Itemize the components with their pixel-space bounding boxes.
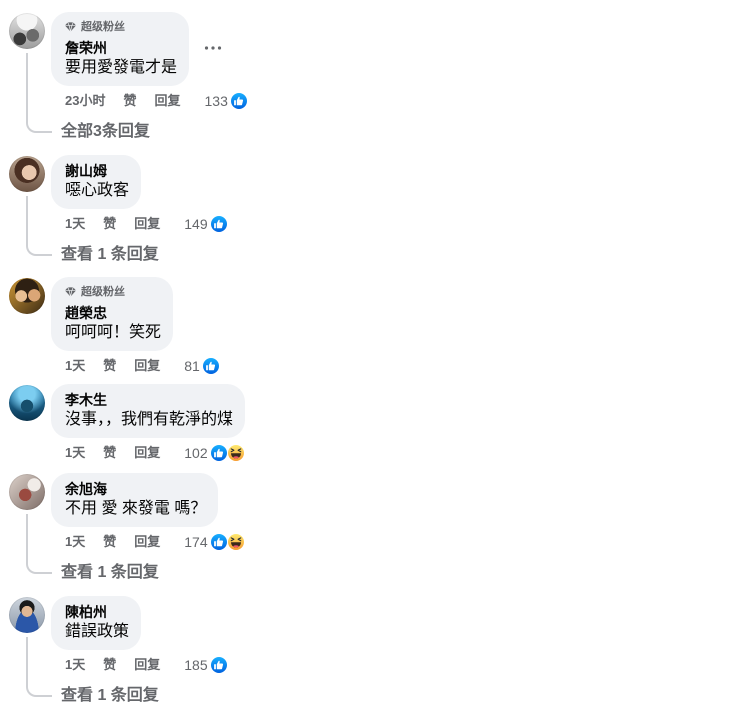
avatar[interactable]: [9, 385, 45, 421]
avatar[interactable]: [9, 13, 45, 49]
reaction-summary[interactable]: 149: [184, 215, 228, 233]
like-button[interactable]: 赞: [103, 534, 116, 550]
avatar[interactable]: [9, 597, 45, 633]
timestamp[interactable]: 1天: [65, 534, 85, 550]
top-fan-badge[interactable]: 超级粉丝: [65, 19, 177, 35]
reply-button[interactable]: 回复: [134, 657, 160, 673]
comment-body: 余旭海 不用 愛 來發電 嗎？ 1天 赞 回复 174 查看 1 条回复: [51, 473, 245, 583]
diamond-icon: [65, 287, 76, 297]
comment-bubble: 陳柏州 錯誤政策: [51, 596, 142, 650]
comment-body: 謝山姆 噁心政客 1天 赞 回复 149 查看 1 条回复: [51, 155, 228, 265]
reaction-count: 185: [184, 657, 208, 673]
like-button[interactable]: 赞: [123, 93, 136, 109]
comment-actions: 1天 赞 回复 185: [65, 656, 228, 674]
reaction-summary[interactable]: 81: [184, 357, 220, 375]
comment-actions: 23小时 赞 回复 133: [65, 92, 248, 110]
comment-bubble: 超级粉丝 詹荣州 要用愛發電才是: [51, 12, 190, 86]
reaction-summary[interactable]: 102: [184, 444, 245, 462]
comment-actions: 1天 赞 回复 81: [65, 357, 220, 375]
author-name[interactable]: 陳柏州: [65, 604, 129, 620]
haha-reaction-icon: [226, 444, 245, 462]
reaction-count: 133: [204, 93, 228, 109]
author-name[interactable]: 李木生: [65, 392, 233, 408]
avatar[interactable]: [9, 474, 45, 510]
top-fan-badge[interactable]: 超级粉丝: [65, 284, 161, 300]
like-reaction-icon: [209, 444, 228, 462]
thread-line: [26, 196, 52, 256]
timestamp[interactable]: 1天: [65, 358, 85, 374]
reaction-summary[interactable]: 133: [205, 92, 248, 110]
like-reaction-icon: [209, 215, 228, 233]
like-button[interactable]: 赞: [103, 445, 116, 461]
comment-bubble: 李木生 沒事，，我們有乾淨的煤: [51, 384, 246, 438]
comment-text: 錯誤政策: [65, 623, 130, 640]
reaction-summary[interactable]: 174: [184, 533, 245, 551]
comment-actions: 1天 赞 回复 102: [65, 444, 245, 462]
timestamp[interactable]: 1天: [65, 657, 85, 673]
comment-text: 沒事，，我們有乾淨的煤: [65, 411, 234, 428]
thread-line: [26, 514, 52, 574]
like-reaction-icon: [209, 656, 228, 674]
comment-bubble: 謝山姆 噁心政客: [51, 155, 142, 209]
reaction-count: 174: [184, 534, 208, 550]
comment-bubble: 超级粉丝 趙榮忠 呵呵呵！笑死: [51, 277, 174, 351]
comment-body: 超级粉丝 趙榮忠 呵呵呵！笑死 1天 赞 回复 81: [51, 277, 220, 375]
timestamp[interactable]: 1天: [65, 445, 85, 461]
thread-line: [26, 53, 52, 133]
view-replies-link[interactable]: 查看 1 条回复: [61, 563, 245, 583]
like-reaction-icon: [209, 533, 228, 551]
more-options-icon[interactable]: [201, 36, 225, 60]
reaction-count: 149: [184, 216, 208, 232]
reaction-summary[interactable]: 185: [184, 656, 228, 674]
comment-body: 李木生 沒事，，我們有乾淨的煤 1天 赞 回复 102: [51, 384, 246, 462]
comment-body: 超级粉丝 詹荣州 要用愛發電才是 23小时 赞 回复 133 全部3条回复: [51, 12, 248, 142]
haha-reaction-icon: [226, 533, 245, 551]
comment-text: 噁心政客: [65, 182, 130, 199]
reply-button[interactable]: 回复: [134, 358, 160, 374]
comment-actions: 1天 赞 回复 149: [65, 215, 228, 233]
reaction-count: 102: [184, 445, 208, 461]
like-reaction-icon: [201, 357, 220, 375]
reply-button[interactable]: 回复: [134, 445, 160, 461]
reply-button[interactable]: 回复: [154, 93, 180, 109]
reply-button[interactable]: 回复: [134, 534, 160, 550]
comment-text: 不用 愛 來發電 嗎？: [65, 500, 207, 517]
author-name[interactable]: 詹荣州: [65, 40, 177, 56]
badge-label: 超级粉丝: [81, 286, 125, 298]
thread-line: [26, 637, 52, 697]
like-button[interactable]: 赞: [103, 358, 116, 374]
author-name[interactable]: 謝山姆: [65, 163, 129, 179]
view-replies-link[interactable]: 查看 1 条回复: [61, 686, 228, 706]
author-name[interactable]: 余旭海: [65, 481, 206, 497]
comment-actions: 1天 赞 回复 174: [65, 533, 245, 551]
avatar[interactable]: [9, 156, 45, 192]
like-button[interactable]: 赞: [103, 657, 116, 673]
comment-text: 要用愛發電才是: [65, 59, 178, 76]
diamond-icon: [65, 22, 76, 32]
like-button[interactable]: 赞: [103, 216, 116, 232]
avatar[interactable]: [9, 278, 45, 314]
comment-body: 陳柏州 錯誤政策 1天 赞 回复 185 查看 1 条回复: [51, 596, 228, 706]
like-reaction-icon: [229, 92, 248, 110]
comment-bubble: 余旭海 不用 愛 來發電 嗎？: [51, 473, 219, 527]
reaction-count: 81: [184, 358, 200, 374]
timestamp[interactable]: 23小时: [65, 93, 105, 109]
view-replies-link[interactable]: 查看 1 条回复: [61, 245, 228, 265]
comment-text: 呵呵呵！笑死: [65, 324, 162, 341]
author-name[interactable]: 趙榮忠: [65, 305, 161, 321]
timestamp[interactable]: 1天: [65, 216, 85, 232]
view-all-replies-link[interactable]: 全部3条回复: [61, 122, 248, 142]
reply-button[interactable]: 回复: [134, 216, 160, 232]
badge-label: 超级粉丝: [81, 21, 125, 33]
